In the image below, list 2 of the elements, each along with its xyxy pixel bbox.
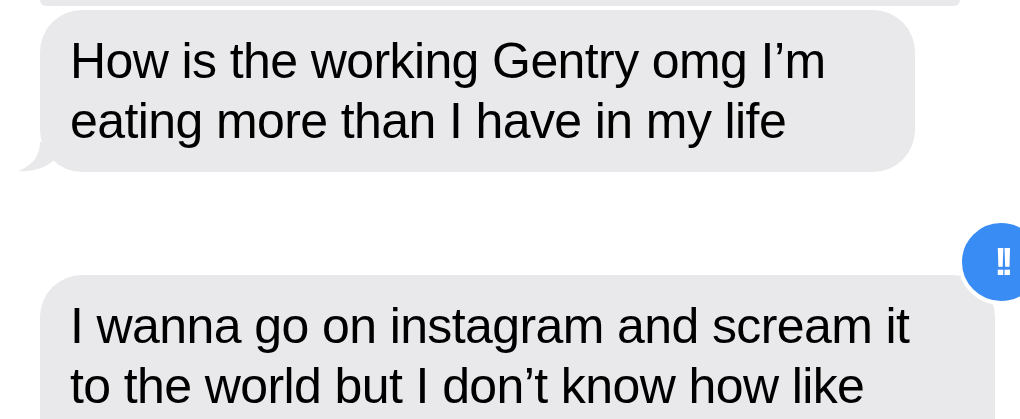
message-text: I wanna go on instagram and scream it to the world but I don’t know how like: [70, 297, 911, 416]
message-text: How is the working Gentry omg I’m eating more than I have in my life: [70, 32, 827, 151]
